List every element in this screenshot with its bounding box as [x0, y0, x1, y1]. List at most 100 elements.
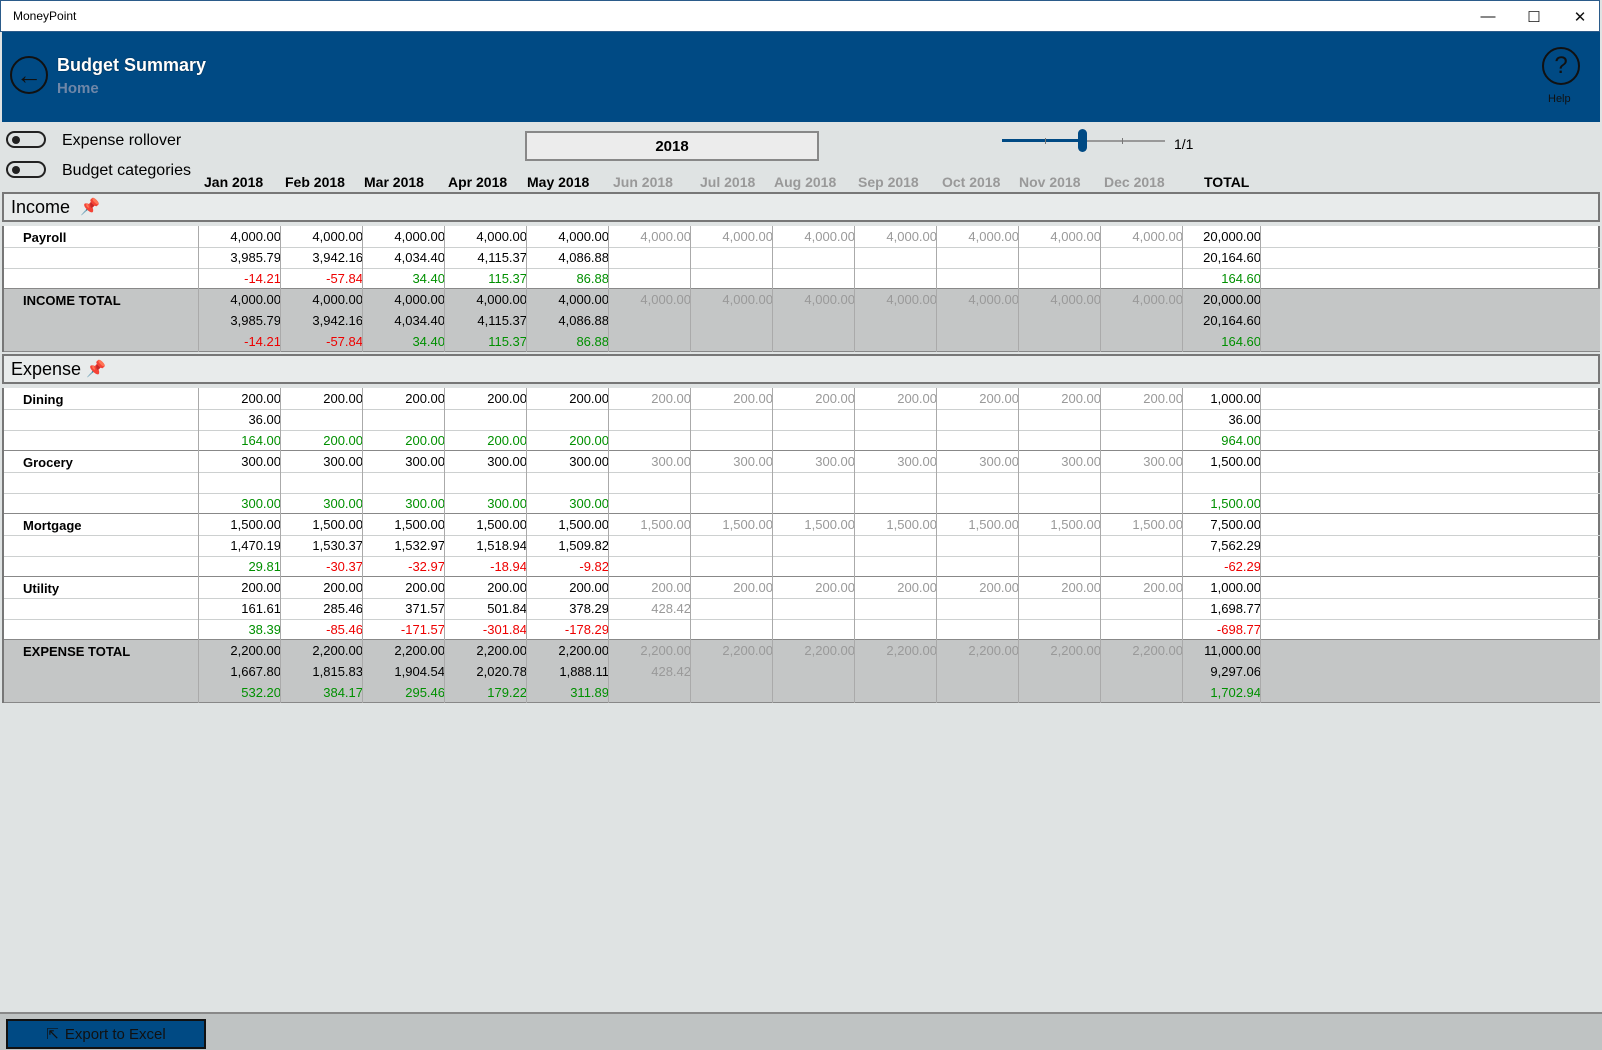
- table-cell[interactable]: 200.00: [405, 580, 445, 595]
- table-cell[interactable]: 384.17: [323, 685, 363, 700]
- table-cell[interactable]: 300.00: [897, 454, 937, 469]
- table-cell[interactable]: 378.29: [569, 601, 609, 616]
- table-cell[interactable]: 20,000.00: [1203, 292, 1261, 307]
- table-cell[interactable]: 295.46: [405, 685, 445, 700]
- table-cell[interactable]: 179.22: [487, 685, 527, 700]
- export-to-excel-button[interactable]: ⇱ Export to Excel: [6, 1019, 206, 1049]
- table-cell[interactable]: 4,000.00: [968, 292, 1019, 307]
- pin-icon[interactable]: 📌: [80, 197, 100, 217]
- table-cell[interactable]: -18.94: [490, 559, 527, 574]
- table-cell[interactable]: -30.37: [326, 559, 363, 574]
- table-cell[interactable]: 300.00: [487, 496, 527, 511]
- table-cell[interactable]: 4,000.00: [886, 229, 937, 244]
- table-cell[interactable]: 300.00: [323, 496, 363, 511]
- table-cell[interactable]: 161.61: [241, 601, 281, 616]
- table-cell[interactable]: 4,034.40: [394, 313, 445, 328]
- table-cell[interactable]: 86.88: [576, 271, 609, 286]
- slider-thumb[interactable]: [1078, 129, 1087, 152]
- table-cell[interactable]: 300.00: [487, 454, 527, 469]
- table-cell[interactable]: 4,000.00: [1050, 229, 1101, 244]
- table-cell[interactable]: 300.00: [405, 454, 445, 469]
- pin-icon[interactable]: 📌: [86, 359, 106, 379]
- table-cell[interactable]: 3,942.16: [312, 250, 363, 265]
- table-cell[interactable]: 4,000.00: [558, 292, 609, 307]
- table-cell[interactable]: 1,500.00: [558, 517, 609, 532]
- table-cell[interactable]: 200.00: [405, 433, 445, 448]
- table-cell[interactable]: 300.00: [569, 454, 609, 469]
- table-cell[interactable]: 1,904.54: [394, 664, 445, 679]
- table-cell[interactable]: 4,000.00: [476, 292, 527, 307]
- table-cell[interactable]: 200.00: [241, 391, 281, 406]
- table-cell[interactable]: 20,164.60: [1203, 313, 1261, 328]
- table-cell[interactable]: 4,000.00: [968, 229, 1019, 244]
- table-cell[interactable]: 86.88: [576, 334, 609, 349]
- table-cell[interactable]: 200.00: [569, 580, 609, 595]
- table-cell[interactable]: 371.57: [405, 601, 445, 616]
- help-button[interactable]: ?: [1542, 47, 1580, 85]
- table-cell[interactable]: 115.37: [488, 271, 527, 286]
- table-cell[interactable]: 285.46: [323, 601, 363, 616]
- table-cell[interactable]: 200.00: [815, 580, 855, 595]
- table-cell[interactable]: 1,530.37: [312, 538, 363, 553]
- table-cell[interactable]: -9.82: [579, 559, 609, 574]
- back-button[interactable]: ←: [10, 56, 48, 94]
- table-cell[interactable]: 4,000.00: [230, 292, 281, 307]
- table-cell[interactable]: 1,500.00: [312, 517, 363, 532]
- table-cell[interactable]: 4,000.00: [640, 229, 691, 244]
- table-cell[interactable]: 4,000.00: [886, 292, 937, 307]
- table-cell[interactable]: 4,086.88: [558, 250, 609, 265]
- table-cell[interactable]: -14.21: [244, 334, 281, 349]
- table-cell[interactable]: 2,200.00: [558, 643, 609, 658]
- table-cell[interactable]: 4,000.00: [1050, 292, 1101, 307]
- table-cell[interactable]: 1,500.00: [722, 517, 773, 532]
- table-cell[interactable]: 200.00: [487, 580, 527, 595]
- year-selector[interactable]: 2018: [525, 131, 819, 161]
- table-cell[interactable]: 1,888.11: [559, 664, 609, 679]
- table-cell[interactable]: 11,000.00: [1204, 643, 1261, 658]
- table-cell[interactable]: 4,000.00: [722, 292, 773, 307]
- table-cell[interactable]: 2,200.00: [476, 643, 527, 658]
- table-cell[interactable]: 200.00: [323, 580, 363, 595]
- table-cell[interactable]: 4,034.40: [394, 250, 445, 265]
- budget-categories-toggle[interactable]: [6, 161, 46, 178]
- table-cell[interactable]: 2,200.00: [722, 643, 773, 658]
- table-cell[interactable]: 4,000.00: [804, 229, 855, 244]
- maximize-button[interactable]: ☐: [1511, 1, 1557, 32]
- table-cell[interactable]: 532.20: [241, 685, 281, 700]
- table-cell[interactable]: 1,500.00: [804, 517, 855, 532]
- table-cell[interactable]: 200.00: [1061, 391, 1101, 406]
- table-cell[interactable]: 200.00: [241, 580, 281, 595]
- table-cell[interactable]: 200.00: [897, 391, 937, 406]
- table-cell[interactable]: 1,500.00: [1210, 496, 1261, 511]
- table-cell[interactable]: 2,200.00: [886, 643, 937, 658]
- table-cell[interactable]: 200.00: [323, 391, 363, 406]
- table-cell[interactable]: 1,500.00: [968, 517, 1019, 532]
- table-cell[interactable]: 1,518.94: [476, 538, 527, 553]
- table-cell[interactable]: 36.00: [248, 412, 281, 427]
- table-cell[interactable]: 164.60: [1221, 334, 1261, 349]
- table-cell[interactable]: 200.00: [1143, 391, 1183, 406]
- table-cell[interactable]: 20,164.60: [1203, 250, 1261, 265]
- table-cell[interactable]: -57.84: [326, 271, 363, 286]
- table-cell[interactable]: 1,500.00: [394, 517, 445, 532]
- table-cell[interactable]: -14.21: [244, 271, 281, 286]
- table-cell[interactable]: 1,500.00: [886, 517, 937, 532]
- table-cell[interactable]: 2,200.00: [968, 643, 1019, 658]
- table-cell[interactable]: 200.00: [487, 433, 527, 448]
- table-cell[interactable]: 2,200.00: [804, 643, 855, 658]
- table-cell[interactable]: 34.40: [412, 334, 445, 349]
- table-cell[interactable]: 2,200.00: [394, 643, 445, 658]
- table-cell[interactable]: 4,000.00: [394, 229, 445, 244]
- table-cell[interactable]: 200.00: [323, 433, 363, 448]
- close-button[interactable]: ✕: [1557, 1, 1602, 32]
- table-cell[interactable]: 4,086.88: [558, 313, 609, 328]
- table-cell[interactable]: 164.00: [241, 433, 281, 448]
- table-cell[interactable]: 1,500.00: [230, 517, 281, 532]
- table-cell[interactable]: 4,000.00: [312, 229, 363, 244]
- table-cell[interactable]: 36.00: [1228, 412, 1261, 427]
- table-cell[interactable]: 4,000.00: [312, 292, 363, 307]
- table-cell[interactable]: 1,532.97: [394, 538, 445, 553]
- table-cell[interactable]: -85.46: [326, 622, 363, 637]
- table-cell[interactable]: 4,000.00: [394, 292, 445, 307]
- table-cell[interactable]: 3,985.79: [230, 313, 281, 328]
